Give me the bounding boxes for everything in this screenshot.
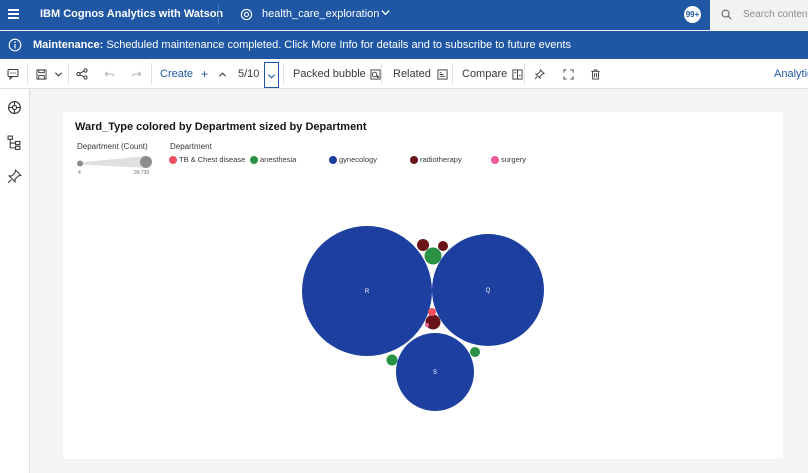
legend-item[interactable]: anesthesia	[250, 155, 296, 164]
bubble-anesthesia[interactable]	[386, 354, 398, 366]
info-icon	[8, 38, 22, 52]
divider	[27, 63, 28, 85]
chart-title: Ward_Type colored by Department sized by…	[75, 121, 367, 133]
bubble-radiotherapy[interactable]	[438, 241, 448, 251]
bubble-anesthesia[interactable]	[470, 347, 480, 357]
left-rail	[0, 89, 30, 473]
undo-icon[interactable]	[104, 59, 115, 89]
create-label: Create	[160, 68, 194, 80]
legend-label: radiotherapy	[420, 155, 462, 164]
banner-text: Scheduled maintenance completed. Click M…	[106, 39, 572, 51]
divider	[381, 63, 382, 85]
bubble-label: Q	[486, 288, 491, 294]
search-icon	[721, 9, 732, 20]
pin-icon[interactable]	[7, 169, 22, 184]
redo-icon[interactable]	[131, 59, 142, 89]
chevron-down-icon[interactable]	[380, 7, 391, 18]
related-button[interactable]: Related	[393, 59, 448, 89]
page-dropdown-button[interactable]	[264, 62, 279, 88]
compare-icon	[512, 68, 523, 80]
bubble-tb-chest-disease[interactable]	[428, 308, 436, 316]
divider	[524, 63, 525, 85]
visualization-canvas[interactable]: R Q S Ward_Type colored by Department size…	[63, 112, 783, 459]
legend-swatch	[491, 155, 499, 164]
search-box[interactable]: Search content	[710, 0, 808, 30]
color-legend-title: Department	[170, 142, 212, 151]
share-icon[interactable]	[76, 59, 88, 89]
related-icon	[437, 68, 448, 80]
menu-icon[interactable]	[8, 9, 19, 19]
visualization-icon	[370, 68, 381, 80]
divider	[283, 63, 284, 85]
legend-swatch	[169, 155, 177, 164]
legend-item[interactable]: surgery	[491, 155, 526, 164]
explore-icon[interactable]	[7, 100, 22, 115]
legend-label: surgery	[501, 155, 527, 164]
delete-icon[interactable]	[590, 59, 601, 89]
top-bar: IBM Cognos Analytics with Watson health_…	[0, 0, 808, 30]
plus-icon: +	[201, 67, 209, 81]
bubble-radiotherapy[interactable]	[425, 314, 441, 330]
pin-icon[interactable]	[534, 59, 545, 89]
divider	[452, 63, 453, 85]
related-label: Related	[393, 68, 431, 80]
bubble-radiotherapy[interactable]	[417, 239, 429, 251]
size-legend-min: 4	[78, 170, 81, 176]
legend-swatch	[250, 155, 258, 164]
legend-label: gynecology	[339, 155, 377, 164]
banner-message: Maintenance: Scheduled maintenance compl…	[33, 39, 571, 51]
search-placeholder: Search content	[743, 9, 808, 20]
bubble-label: R	[365, 289, 370, 295]
legend-label: anesthesia	[260, 155, 297, 164]
bubble-label: S	[433, 370, 437, 376]
banner-title: Maintenance:	[33, 39, 104, 51]
legend-swatch	[329, 155, 337, 164]
chevron-down-icon[interactable]	[54, 59, 63, 89]
size-legend-title: Department (Count)	[77, 142, 148, 151]
analytics-label: Analytics	[774, 68, 808, 80]
maintenance-banner: Maintenance: Scheduled maintenance compl…	[0, 31, 808, 59]
chevron-up-icon[interactable]	[218, 59, 227, 89]
divider	[68, 63, 69, 85]
notification-badge[interactable]: 99+	[684, 6, 701, 23]
legend-swatch	[410, 155, 418, 164]
chevron-down-icon	[267, 74, 276, 79]
bubble-plot: R Q S	[302, 226, 544, 411]
viz-type-label: Packed bubble	[293, 68, 366, 80]
divider	[218, 5, 219, 25]
create-button[interactable]: Create +	[160, 59, 208, 89]
page-indicator: 5/10	[238, 68, 260, 80]
save-icon[interactable]	[36, 59, 47, 89]
app-title: IBM Cognos Analytics with Watson	[40, 8, 224, 20]
comment-icon[interactable]	[7, 59, 19, 89]
legend-item[interactable]: gynecology	[329, 155, 377, 164]
legend-item[interactable]: TB & Chest disease	[169, 155, 245, 164]
viz-type-button[interactable]: Packed bubble	[293, 59, 381, 89]
size-legend-max: 99,730	[134, 170, 150, 176]
bubble-anesthesia[interactable]	[424, 247, 442, 265]
divider	[151, 63, 152, 85]
data-tree-icon[interactable]	[7, 135, 22, 150]
legend-item[interactable]: radiotherapy	[410, 155, 462, 164]
compare-label: Compare	[462, 68, 508, 80]
analytics-button[interactable]: Analytics	[774, 59, 808, 89]
workspace-name[interactable]: health_care_exploration	[262, 8, 379, 20]
compare-button[interactable]: Compare	[462, 59, 523, 89]
legend-label: TB & Chest disease	[179, 155, 246, 164]
exploration-icon	[240, 8, 253, 21]
toolbar: Create + 5/10 Packed bubble Related Comp…	[0, 59, 808, 89]
size-legend-scale	[77, 156, 152, 168]
focus-icon[interactable]	[563, 59, 574, 89]
bubble-surgery[interactable]	[425, 323, 429, 327]
